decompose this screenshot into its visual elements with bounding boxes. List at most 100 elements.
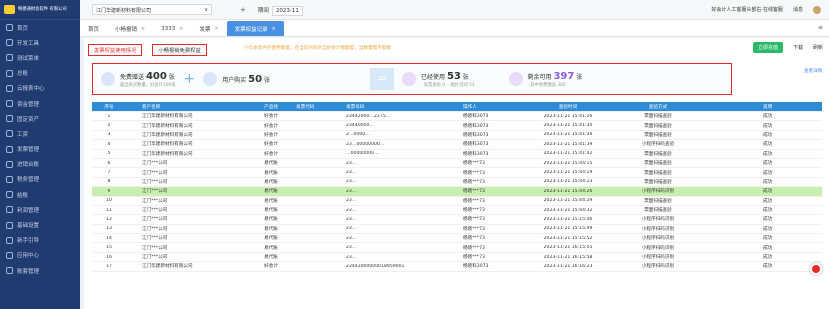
table-row[interactable]: 6 江门***公司 易代账 23… 杨晓***73 2023-11-21 15:44:15… — [92, 159, 822, 169]
table-row[interactable]: 13 江门***公司 易代账 23… 杨晓***73 2023-11-21 15:15:4… — [92, 225, 822, 235]
tab-item[interactable]: 小畅报销 × — [107, 21, 153, 36]
table-row[interactable]: 5 江门华建新材料有限公司 好会计 …00000000… 杨晓科3073 2023-11-… — [92, 150, 822, 159]
table-row[interactable]: 10 江门***公司 易代账 23… 杨晓***73 2023-11-21 15:44:2… — [92, 197, 822, 206]
close-icon[interactable]: × — [272, 26, 276, 32]
messages-button[interactable]: 消息 — [793, 6, 803, 13]
table-cell: 杨晓科3073 — [463, 114, 489, 120]
table-row[interactable]: 14 江门***公司 易代账 23… 杨晓***73 2023-11-21 15:15:5… — [92, 234, 822, 244]
chevron-down-icon: ∨ — [204, 7, 208, 13]
sidebar-item[interactable]: 固定资产 — [0, 111, 80, 126]
table-row[interactable]: 16 江门***公司 易代账 23… 杨晓***73 2023-11-21 16:15:5… — [92, 253, 822, 263]
sidebar-item-label: 进销台账 — [17, 162, 40, 169]
tab-item[interactable]: 发票权益记录 × — [226, 21, 284, 36]
tabs-menu-icon[interactable]: ≡ — [818, 24, 823, 31]
refresh-button[interactable]: 刷新 — [813, 44, 823, 51]
sub-tabs: 发票权益使用情况 小畅报销免费权益 — [88, 42, 207, 58]
close-icon[interactable]: × — [179, 26, 183, 32]
company-selector[interactable]: 江门华建新材料有限公司 ∨ — [92, 4, 212, 15]
plus-icon: + — [183, 71, 196, 87]
table-row[interactable]: 4 江门华建新材料有限公司 好会计 23…00000000… 杨晓科3073 2023-1… — [92, 140, 822, 150]
table-cell: 23… — [346, 216, 357, 222]
table-cell: 2023-11-21 15:15:46 — [543, 216, 593, 222]
table-cell: 票面扫描查验 — [644, 208, 672, 214]
stat-used-label: 已经使用 — [421, 73, 446, 81]
table-row[interactable]: 11 江门***公司 易代账 23… 杨晓***73 2023-11-21 15:44:3… — [92, 206, 822, 216]
sidebar-item[interactable]: 发票管理 — [0, 142, 80, 157]
stat-remain-unit: 张 — [576, 73, 583, 81]
sidebar-item-label: 工资 — [17, 131, 29, 138]
sidebar-item[interactable]: 首页 — [0, 20, 80, 35]
table-row[interactable]: 2 江门华建新材料有限公司 好会计 23440000… 杨晓科3073 2023-11-2… — [92, 121, 822, 131]
avatar[interactable] — [813, 5, 821, 14]
column-header: 产品线 — [264, 104, 278, 110]
table-body: 1 江门华建新材料有限公司 好会计 23442000…2275… 杨晓科3073 2023… — [92, 112, 822, 272]
table-row[interactable]: 12 江门***公司 易代账 23… 杨晓***73 2023-11-21 15:15:4… — [92, 215, 822, 225]
table-row[interactable]: 7 江门***公司 易代账 23… 杨晓***73 2023-11-21 15:44:19… — [92, 168, 822, 178]
stat-used: 已经使用 53 张 · 发票查验 0 · 图片识别 53 — [402, 64, 475, 94]
sidebar-item[interactable]: 新手引导 — [0, 233, 80, 248]
sidebar-item[interactable]: 工资 — [0, 126, 80, 141]
tab-mobile-benefits[interactable]: 小畅报销免费权益 — [152, 44, 207, 56]
menu-icon — [6, 115, 13, 123]
menu-icon — [6, 100, 13, 108]
tab-item[interactable]: 首页 — [80, 21, 107, 36]
table-cell: 15 — [106, 245, 112, 251]
float-service-button[interactable] — [810, 263, 822, 275]
sidebar-item[interactable]: 总账 — [0, 66, 80, 81]
table-cell: 杨晓***73 — [463, 236, 485, 242]
stat-remain-label: 剩余可用 — [527, 73, 552, 81]
table-cell: 江门***公司 — [142, 161, 168, 167]
table-cell: 23442000000018959001 — [346, 263, 405, 269]
tab-item[interactable]: 3333 × — [153, 21, 191, 36]
sidebar-item[interactable]: 结账 — [0, 187, 80, 202]
sidebar-item[interactable]: 利润管理 — [0, 202, 80, 217]
table-row[interactable]: 1 江门华建新材料有限公司 好会计 23442000…2275… 杨晓科3073 2023… — [92, 112, 822, 122]
customer-service-link[interactable]: 好会计人工客服头部右·在线客服 — [711, 6, 783, 13]
table-cell: 好会计 — [264, 114, 278, 120]
table-cell: 杨晓***73 — [463, 198, 485, 204]
sidebar-item[interactable]: 开发工具 — [0, 35, 80, 50]
logo-text: 畅捷通财会软件 有限公司 — [18, 7, 67, 12]
table-row[interactable]: 3 江门华建新材料有限公司 好会计 2…0000… 杨晓科3073 2023-11-21 … — [92, 131, 822, 141]
table-cell: 杨晓科3073 — [463, 132, 489, 138]
action-bar: 立即充值 下载 刷新 — [752, 42, 823, 53]
sidebar-item[interactable]: 应用中心 — [0, 248, 80, 263]
table-row[interactable]: 9 江门***公司 易代账 23… 杨晓***73 2023-11-21 15:44:26… — [92, 187, 822, 197]
table-cell: 成功 — [763, 142, 773, 148]
tab-item[interactable]: 发票 × — [191, 21, 226, 36]
add-button[interactable]: + — [240, 6, 246, 14]
table-row[interactable]: 8 江门***公司 易代账 23… 杨晓***73 2023-11-21 15:44:23… — [92, 178, 822, 188]
sidebar-item[interactable]: 基础设置 — [0, 217, 80, 232]
table-cell: 23…00000000… — [346, 141, 385, 147]
app-logo[interactable]: 畅捷通财会软件 有限公司 — [0, 0, 80, 20]
sidebar-item[interactable]: 进销台账 — [0, 157, 80, 172]
sidebar-item[interactable]: 税务管理 — [0, 172, 80, 187]
period-selector[interactable]: 期间 2023-11 — [258, 5, 303, 16]
close-icon[interactable]: × — [141, 26, 145, 32]
table-cell: 2023-11-21 15:41:34 — [543, 132, 593, 138]
sidebar-item[interactable]: 账套管理 — [0, 263, 80, 278]
stat-free-sub: 超出购买数量，好会计200张 — [120, 82, 176, 88]
column-header: 操作人 — [463, 104, 477, 110]
period-value[interactable]: 2023-11 — [271, 5, 303, 16]
table-cell: 江门***公司 — [142, 208, 168, 214]
menu-icon — [6, 236, 13, 244]
view-details-link[interactable]: 查看详情 — [804, 68, 822, 74]
sidebar-item[interactable]: 云报表中心 — [0, 81, 80, 96]
sidebar-item-label: 发票管理 — [17, 147, 40, 154]
table-row[interactable]: 15 江门***公司 易代账 23… 杨晓***73 2023-11-21 16:15:5… — [92, 243, 822, 253]
sidebar-item[interactable]: 资金管理 — [0, 96, 80, 111]
table-cell: 江门华建新材料有限公司 — [142, 142, 193, 148]
download-button[interactable]: 下载 — [793, 44, 803, 51]
table-cell: 10 — [106, 198, 112, 204]
sidebar-item[interactable]: 测试菜单 — [0, 50, 80, 65]
table-row[interactable]: 17 江门华建新材料有限公司 好会计 23442000000018959001 杨晓科3… — [92, 262, 822, 272]
close-icon[interactable]: × — [214, 26, 218, 32]
table-cell: 杨晓***73 — [463, 245, 485, 251]
table-cell: 易代账 — [264, 189, 278, 195]
table-cell: 23… — [346, 254, 357, 260]
tab-usage[interactable]: 发票权益使用情况 — [88, 44, 143, 56]
recharge-button[interactable]: 立即充值 — [752, 42, 783, 53]
table-cell: 易代账 — [264, 198, 278, 204]
table-cell: 23… — [346, 160, 357, 166]
